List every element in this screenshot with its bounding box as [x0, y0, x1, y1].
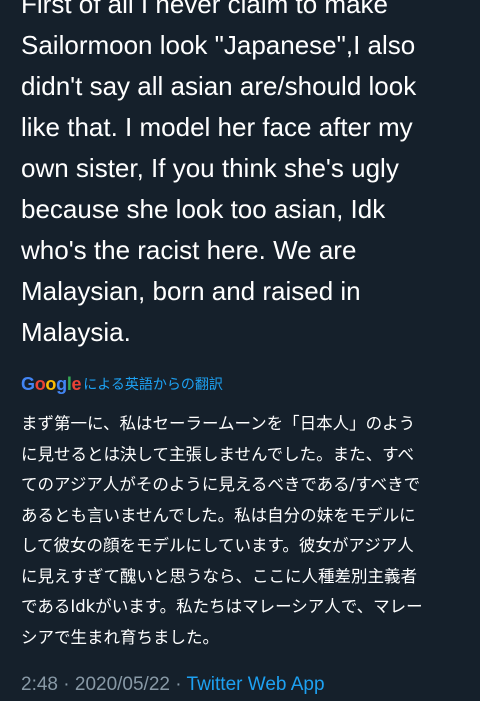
translated-text-line: して彼女の顔をモデルにしています。彼女がアジア人 [21, 536, 414, 555]
tweet-text-line: Sailormoon look "Japanese",I also [21, 30, 416, 60]
tweet-text-line: like that. I model her face after my [21, 112, 413, 142]
tweet-date[interactable]: 2020/05/22 [75, 674, 170, 695]
translated-text: まず第一に、私はセーラームーンを「日本人」のよう に見せるとは決して主張しません… [21, 409, 466, 653]
tweet-text-line: didn't say all asian are/should look [21, 71, 417, 101]
translated-text-line: シアで生まれ育ちました。 [21, 627, 219, 647]
meta-separator: · [175, 674, 187, 695]
tweet-text-line: who's the racist here. We are [21, 235, 357, 265]
translated-text-line: あるとも言いませんでした。私は自分の妹をモデルに [21, 505, 416, 525]
tweet-text-line: Malaysian, born and raised in [21, 276, 361, 306]
translated-text-line: に見えすぎて醜いと思うなら、ここに人種差別主義者 [21, 566, 417, 586]
meta-separator: · [63, 674, 75, 695]
translated-text-line: であるIdkがいます。私たちはマレーシア人で、マレー [21, 597, 423, 616]
tweet-source-link[interactable]: Twitter Web App [187, 674, 325, 695]
translated-text-line: まず第一に、私はセーラームーンを「日本人」のよう [21, 414, 416, 433]
tweet-text-line: because she look too asian, Idk [21, 194, 386, 224]
translation-attribution-link[interactable]: Google による英語からの翻訳 [21, 372, 223, 396]
tweet-text-line: First of all I never claim to make [21, 0, 388, 19]
google-logo: Google [21, 373, 82, 394]
tweet-text-line: own sister, If you think she's ugly [21, 153, 399, 183]
translation-label[interactable]: による英語からの翻訳 [83, 374, 223, 394]
translated-text-line: に見せるとは決して主張しませんでした。また、すべ [21, 444, 415, 464]
tweet-meta: 2:48 · 2020/05/22 · Twitter Web App [21, 671, 325, 699]
tweet-detail: First of all I never claim to make Sailo… [0, 0, 480, 701]
translated-text-line: てのアジア人がそのように見えるべきである/すべきで [21, 475, 421, 494]
tweet-time[interactable]: 2:48 [21, 674, 58, 695]
tweet-text-line: Malaysia. [21, 317, 131, 347]
tweet-text: First of all I never claim to make Sailo… [21, 0, 461, 353]
